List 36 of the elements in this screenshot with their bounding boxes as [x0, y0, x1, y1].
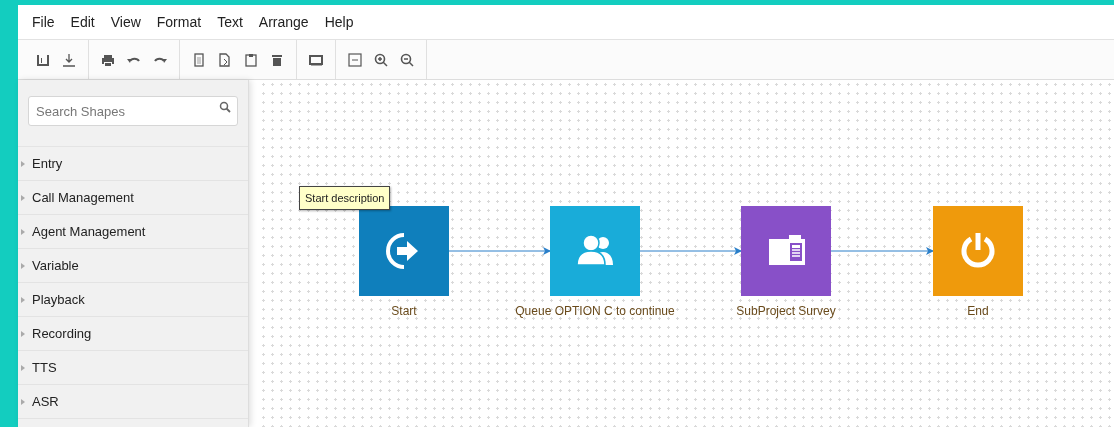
menu-item[interactable]: File — [24, 14, 63, 30]
node-label: SubProject Survey — [735, 304, 837, 318]
menu-item[interactable]: Help — [316, 14, 362, 30]
users-icon — [576, 234, 613, 266]
zoom-out-icon[interactable] — [399, 51, 415, 68]
menu-item[interactable]: Format — [148, 14, 210, 30]
flow-node[interactable] — [550, 206, 640, 296]
tooltip: Start description — [299, 186, 391, 210]
zoom-in-icon[interactable] — [373, 51, 389, 68]
category-label[interactable]: Playback — [32, 292, 85, 307]
download-icon[interactable] — [61, 51, 77, 68]
flow-node[interactable] — [741, 206, 831, 296]
search-icon — [219, 101, 231, 113]
category-label[interactable]: ASR — [32, 394, 59, 409]
menu-item[interactable]: Edit — [62, 14, 103, 30]
category-label[interactable]: Agent Management — [32, 224, 146, 239]
node-label: Start — [390, 304, 418, 318]
category-label[interactable]: Variable — [32, 258, 79, 273]
flow-node[interactable] — [359, 206, 449, 296]
menu-item[interactable]: Text — [209, 14, 251, 30]
copy-icon[interactable] — [191, 51, 207, 68]
category-label[interactable]: Call Management — [32, 190, 134, 205]
search-field[interactable]: Search Shapes — [28, 96, 238, 126]
folder-document-icon — [769, 235, 805, 265]
category-label[interactable]: Entry — [32, 156, 63, 171]
category-label[interactable]: Recording — [32, 326, 92, 341]
flow-node[interactable] — [933, 206, 1023, 296]
exit-arrow-icon — [386, 233, 418, 269]
node-label: End — [966, 304, 990, 318]
power-icon — [961, 233, 995, 268]
menu-item[interactable]: View — [102, 14, 149, 30]
clipboard-icon[interactable] — [243, 51, 259, 68]
menu-item[interactable]: Arrange — [250, 14, 317, 30]
category-label[interactable]: TTS — [32, 360, 57, 375]
node-label: Queue OPTION C to continue — [514, 304, 676, 318]
fit-icon[interactable] — [347, 51, 363, 68]
